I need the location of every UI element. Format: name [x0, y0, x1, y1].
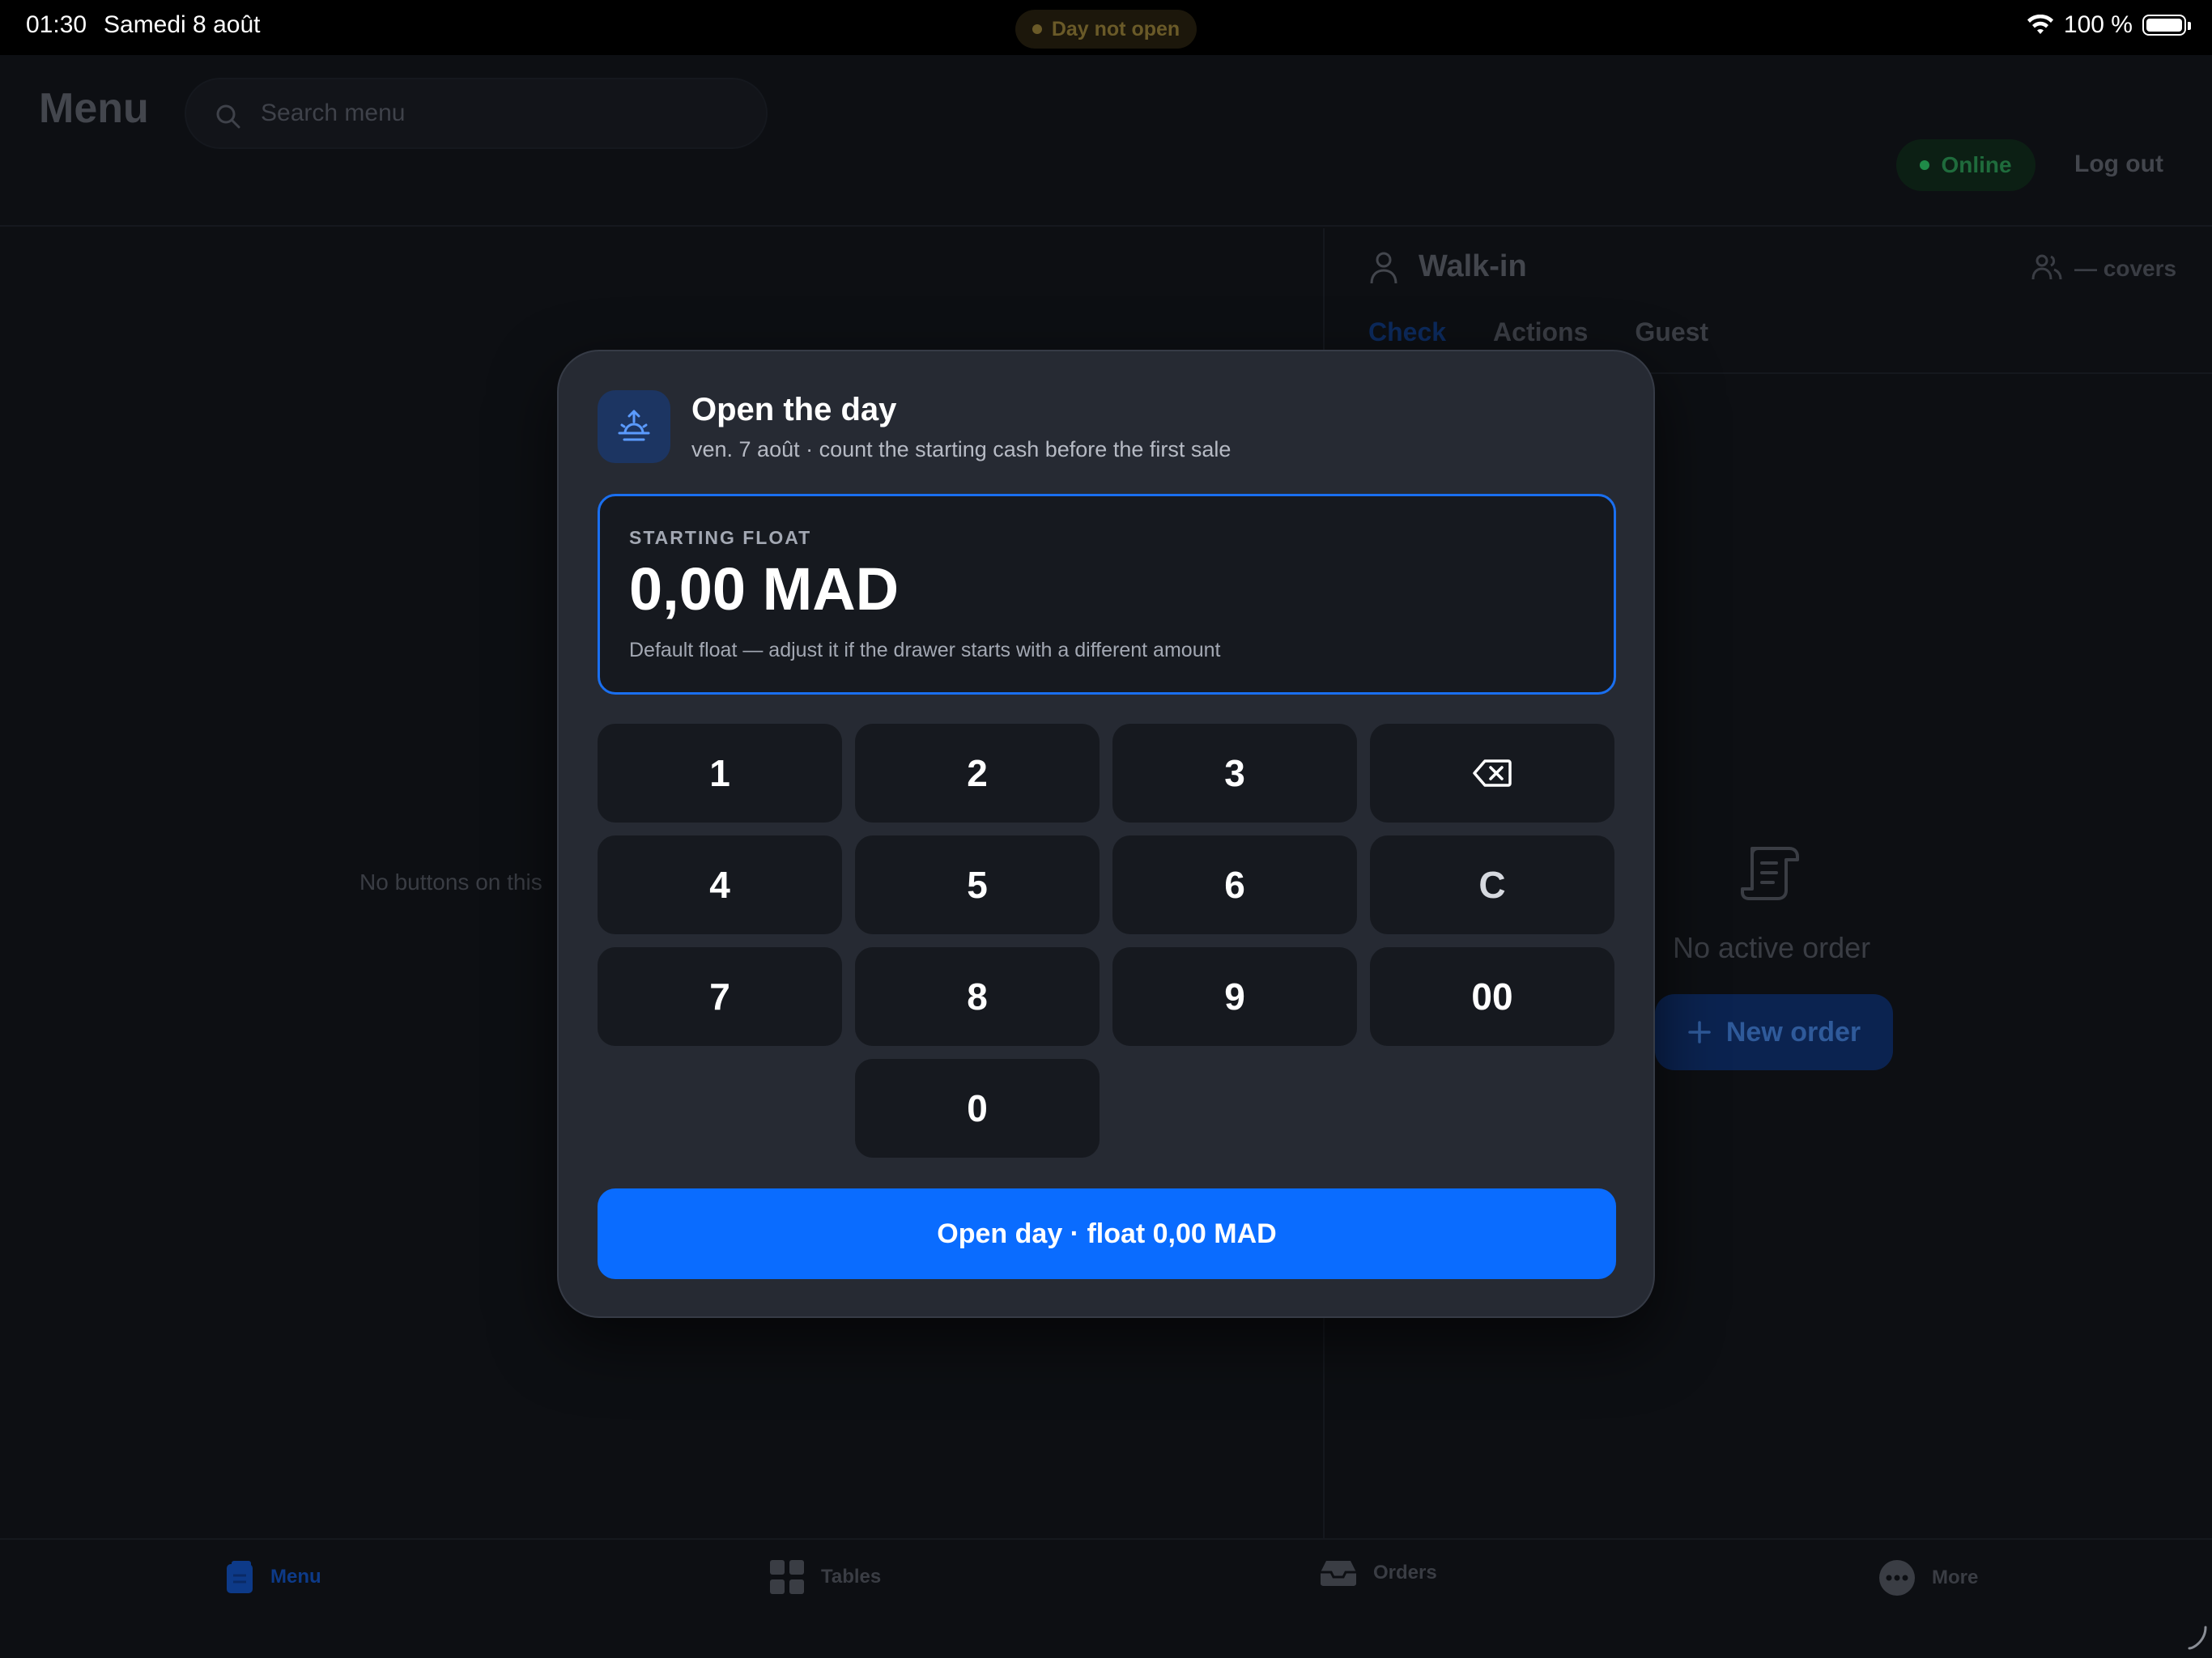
key-0[interactable]: 0: [855, 1059, 1100, 1158]
wifi-icon: [2027, 15, 2053, 34]
float-amount: 0,00 MAD: [629, 555, 900, 623]
key-clear[interactable]: C: [1370, 835, 1614, 934]
modal-icon-container: [598, 390, 670, 463]
online-dot-icon: [1920, 160, 1930, 170]
day-status-badge: Day not open: [1015, 10, 1197, 49]
float-hint: Default float — adjust it if the drawer …: [629, 639, 1221, 661]
open-day-dialog: Open the day ven. 7 août · count the sta…: [557, 350, 1655, 1318]
key-double-zero[interactable]: 00: [1370, 947, 1614, 1046]
key-backspace[interactable]: [1370, 724, 1614, 823]
no-order-text: No active order: [1673, 931, 1871, 964]
modal-title: Open the day: [691, 392, 897, 427]
nav-menu[interactable]: Menu: [225, 1559, 321, 1595]
key-7[interactable]: 7: [598, 947, 842, 1046]
more-icon: [1879, 1560, 1915, 1596]
status-right: 100 %: [2027, 11, 2191, 39]
key-2[interactable]: 2: [855, 724, 1100, 823]
status-time: 01:30: [26, 11, 87, 38]
key-5[interactable]: 5: [855, 835, 1100, 934]
nav-orders-label: Orders: [1373, 1562, 1437, 1584]
key-3[interactable]: 3: [1112, 724, 1357, 823]
menu-book-icon: [227, 1561, 253, 1593]
bottom-nav: [0, 1538, 2212, 1658]
key-6[interactable]: 6: [1112, 835, 1357, 934]
key-4[interactable]: 4: [598, 835, 842, 934]
connection-label: Online: [1941, 152, 2012, 177]
tab-guest[interactable]: Guest: [1635, 317, 1708, 347]
order-tabs: Check Actions Guest: [1368, 317, 1708, 347]
person-icon: [1370, 252, 1397, 284]
nav-tables-label: Tables: [821, 1566, 882, 1588]
day-status-label: Day not open: [1051, 17, 1180, 40]
nav-tables[interactable]: Tables: [769, 1559, 881, 1595]
backspace-icon: [1473, 759, 1512, 787]
logout-button[interactable]: Log out: [2074, 151, 2163, 178]
nav-more-label: More: [1932, 1567, 1979, 1588]
key-8[interactable]: 8: [855, 947, 1100, 1046]
float-label: STARTING FLOAT: [629, 527, 812, 548]
open-day-button[interactable]: Open day · float 0,00 MAD: [598, 1188, 1616, 1279]
customer-name[interactable]: Walk-in: [1419, 249, 1527, 284]
covers-count[interactable]: — covers: [2074, 256, 2176, 282]
grid-icon: [770, 1560, 804, 1594]
status-bar: 01:30 Samedi 8 août Day not open 100 %: [0, 0, 2212, 55]
nav-menu-label: Menu: [270, 1566, 321, 1588]
tab-actions[interactable]: Actions: [1493, 317, 1588, 347]
new-order-button[interactable]: New order: [1655, 994, 1893, 1070]
battery-percent: 100 %: [2063, 11, 2133, 38]
page-title: Menu: [39, 85, 149, 132]
search-icon: [216, 104, 240, 129]
sunrise-icon: [618, 410, 650, 441]
status-dot-icon: [1032, 24, 1042, 34]
search-field[interactable]: [185, 78, 768, 149]
nav-orders[interactable]: Orders: [1320, 1559, 1437, 1587]
status-date: Samedi 8 août: [104, 11, 261, 38]
search-input[interactable]: [261, 79, 747, 147]
new-order-label: New order: [1725, 1016, 1861, 1048]
tray-icon: [1321, 1561, 1356, 1586]
tab-check[interactable]: Check: [1368, 317, 1446, 347]
starting-float-display[interactable]: STARTING FLOAT 0,00 MAD Default float — …: [598, 494, 1616, 695]
modal-subtitle: ven. 7 août · count the starting cash be…: [691, 437, 1231, 461]
menu-empty-text: No buttons on this: [359, 869, 542, 895]
key-9[interactable]: 9: [1112, 947, 1357, 1046]
resize-handle-icon[interactable]: [2186, 1622, 2209, 1652]
receipt-icon: [1741, 847, 1799, 900]
connection-badge: Online: [1896, 139, 2035, 191]
guests-icon: [2031, 254, 2062, 280]
nav-more[interactable]: More: [1878, 1559, 1978, 1596]
plus-icon: [1688, 1021, 1711, 1044]
battery-icon: [2142, 15, 2191, 36]
key-1[interactable]: 1: [598, 724, 842, 823]
